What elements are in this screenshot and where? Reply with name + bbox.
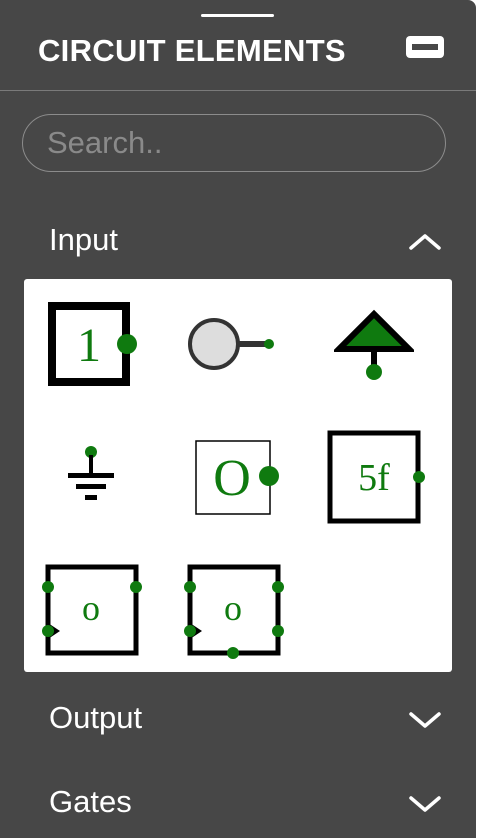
chevron-up-icon (409, 234, 441, 250)
search-input[interactable] (22, 114, 446, 172)
section-header-input[interactable]: Input (0, 210, 476, 270)
random-label: o (82, 588, 100, 628)
chevron-down-icon (409, 796, 441, 812)
input-elements-palette: 1 O 5f o o (24, 279, 452, 672)
section-label-gates: Gates (49, 784, 132, 819)
divider (0, 90, 476, 91)
button-element[interactable] (186, 317, 278, 373)
stepper-element[interactable]: 5f (326, 429, 428, 525)
constant-value-element[interactable]: O (194, 439, 284, 515)
chevron-down-icon (409, 712, 441, 728)
constant-value-label: O (213, 450, 251, 507)
counter-element[interactable]: o (180, 561, 286, 665)
minimize-icon (412, 44, 438, 50)
random-element[interactable]: o (38, 561, 144, 659)
section-label-input: Input (49, 222, 118, 257)
panel-title: CIRCUIT ELEMENTS (38, 33, 346, 68)
section-header-output[interactable]: Output (0, 688, 476, 748)
counter-label: o (224, 588, 242, 628)
stepper-label: 5f (358, 457, 390, 499)
section-label-output: Output (49, 700, 143, 735)
input-element[interactable]: 1 (46, 301, 140, 389)
minimize-button[interactable] (406, 36, 444, 58)
section-header-gates[interactable]: Gates (0, 772, 476, 832)
input-element-label: 1 (77, 319, 101, 372)
ground-element[interactable] (64, 445, 118, 505)
power-element[interactable] (334, 309, 414, 383)
circuit-elements-panel: CIRCUIT ELEMENTS Input 1 (0, 0, 476, 838)
drag-handle[interactable] (201, 14, 274, 17)
